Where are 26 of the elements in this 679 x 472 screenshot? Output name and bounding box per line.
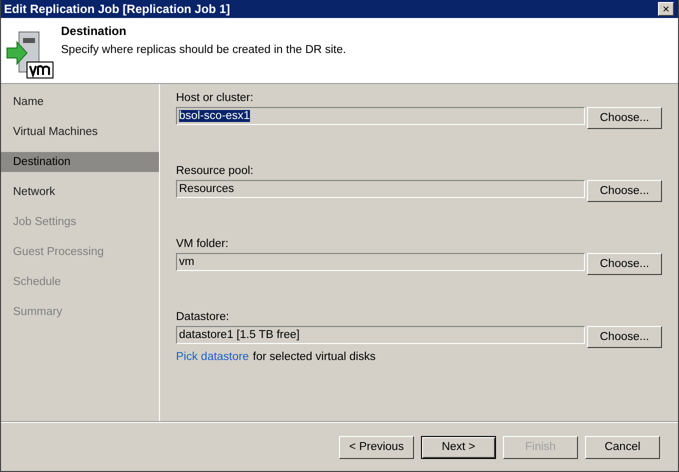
input-field[interactable]: datastore1 [1.5 TB free] — [176, 326, 585, 344]
window-title: Edit Replication Job [Replication Job 1] — [4, 2, 230, 16]
input-field[interactable]: Resources — [176, 180, 585, 198]
sidebar-item[interactable]: Network — [1, 182, 159, 202]
field-label: Datastore: — [176, 311, 230, 323]
server-vm-icon — [5, 30, 55, 80]
wizard-button[interactable]: Cancel — [585, 436, 660, 458]
field-label: VM folder: — [176, 238, 230, 250]
page-title: Destination — [61, 24, 128, 38]
choose-button[interactable]: Choose... — [587, 180, 662, 202]
field-label: Host or cluster: — [176, 92, 254, 104]
sidebar-item[interactable]: Destination — [1, 152, 159, 172]
close-button[interactable]: × — [658, 2, 674, 16]
choose-button[interactable]: Choose... — [587, 326, 662, 348]
sidebar-item[interactable]: Virtual Machines — [1, 122, 159, 142]
link-note: for selected virtual disks — [252, 351, 376, 363]
choose-button[interactable]: Choose... — [587, 107, 662, 129]
page-description: Specify where replicas should be created in the DR site. — [61, 44, 346, 56]
pick-datastore-link[interactable]: Pick datastore — [176, 351, 249, 363]
wizard-button[interactable]: Next > — [421, 436, 496, 458]
choose-button[interactable]: Choose... — [587, 253, 662, 275]
input-field[interactable]: vm — [176, 253, 585, 271]
input-field[interactable]: bsol-sco-esx1 — [176, 107, 585, 125]
wizard-button[interactable]: < Previous — [339, 436, 414, 458]
sidebar-item[interactable]: Name — [1, 92, 159, 112]
field-label: Resource pool: — [176, 165, 254, 177]
